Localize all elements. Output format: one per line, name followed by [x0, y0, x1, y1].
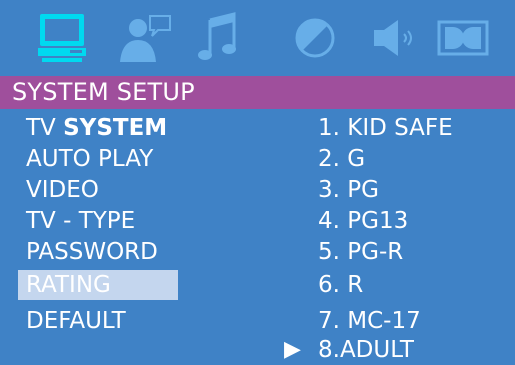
video-icon[interactable] [292, 12, 338, 64]
menu-item-label-bold: SYSTEM [63, 115, 168, 141]
option-mc-17[interactable]: 7. MC-17 [318, 306, 421, 336]
language-icon[interactable] [112, 12, 172, 64]
option-g[interactable]: 2. G [318, 144, 365, 174]
option-adult-label: 8.ADULT [318, 337, 414, 363]
menu-item-tv-type[interactable]: TV - TYPE [18, 206, 178, 236]
speaker-icon[interactable] [372, 12, 418, 64]
menu-item-label: TV [26, 115, 64, 141]
system-icon[interactable] [36, 12, 88, 64]
menu-item-rating[interactable]: RATING [18, 270, 178, 300]
option-kid-safe[interactable]: 1. KID SAFE [318, 113, 453, 143]
option-pg[interactable]: 3. PG [318, 175, 379, 205]
title-bar: SYSTEM SETUP [0, 76, 515, 109]
option-pg-r[interactable]: 5. PG-R [318, 237, 403, 267]
dolby-icon[interactable] [437, 12, 489, 64]
option-r[interactable]: 6. R [318, 270, 363, 300]
option-adult[interactable]: ▶ 8.ADULT [284, 335, 414, 365]
icon-tab-bar [0, 0, 515, 76]
menu-item-default[interactable]: DEFAULT [18, 306, 178, 336]
menu-item-password[interactable]: PASSWORD [18, 237, 178, 267]
page-title: SYSTEM SETUP [12, 78, 195, 106]
option-pg13[interactable]: 4. PG13 [318, 206, 408, 236]
menu-item-auto-play[interactable]: AUTO PLAY [18, 144, 178, 174]
audio-icon[interactable] [196, 12, 240, 64]
menu-item-video[interactable]: VIDEO [18, 175, 178, 205]
selection-arrow-icon: ▶ [284, 337, 301, 362]
menu-item-tv-system[interactable]: TV SYSTEM [18, 113, 178, 143]
